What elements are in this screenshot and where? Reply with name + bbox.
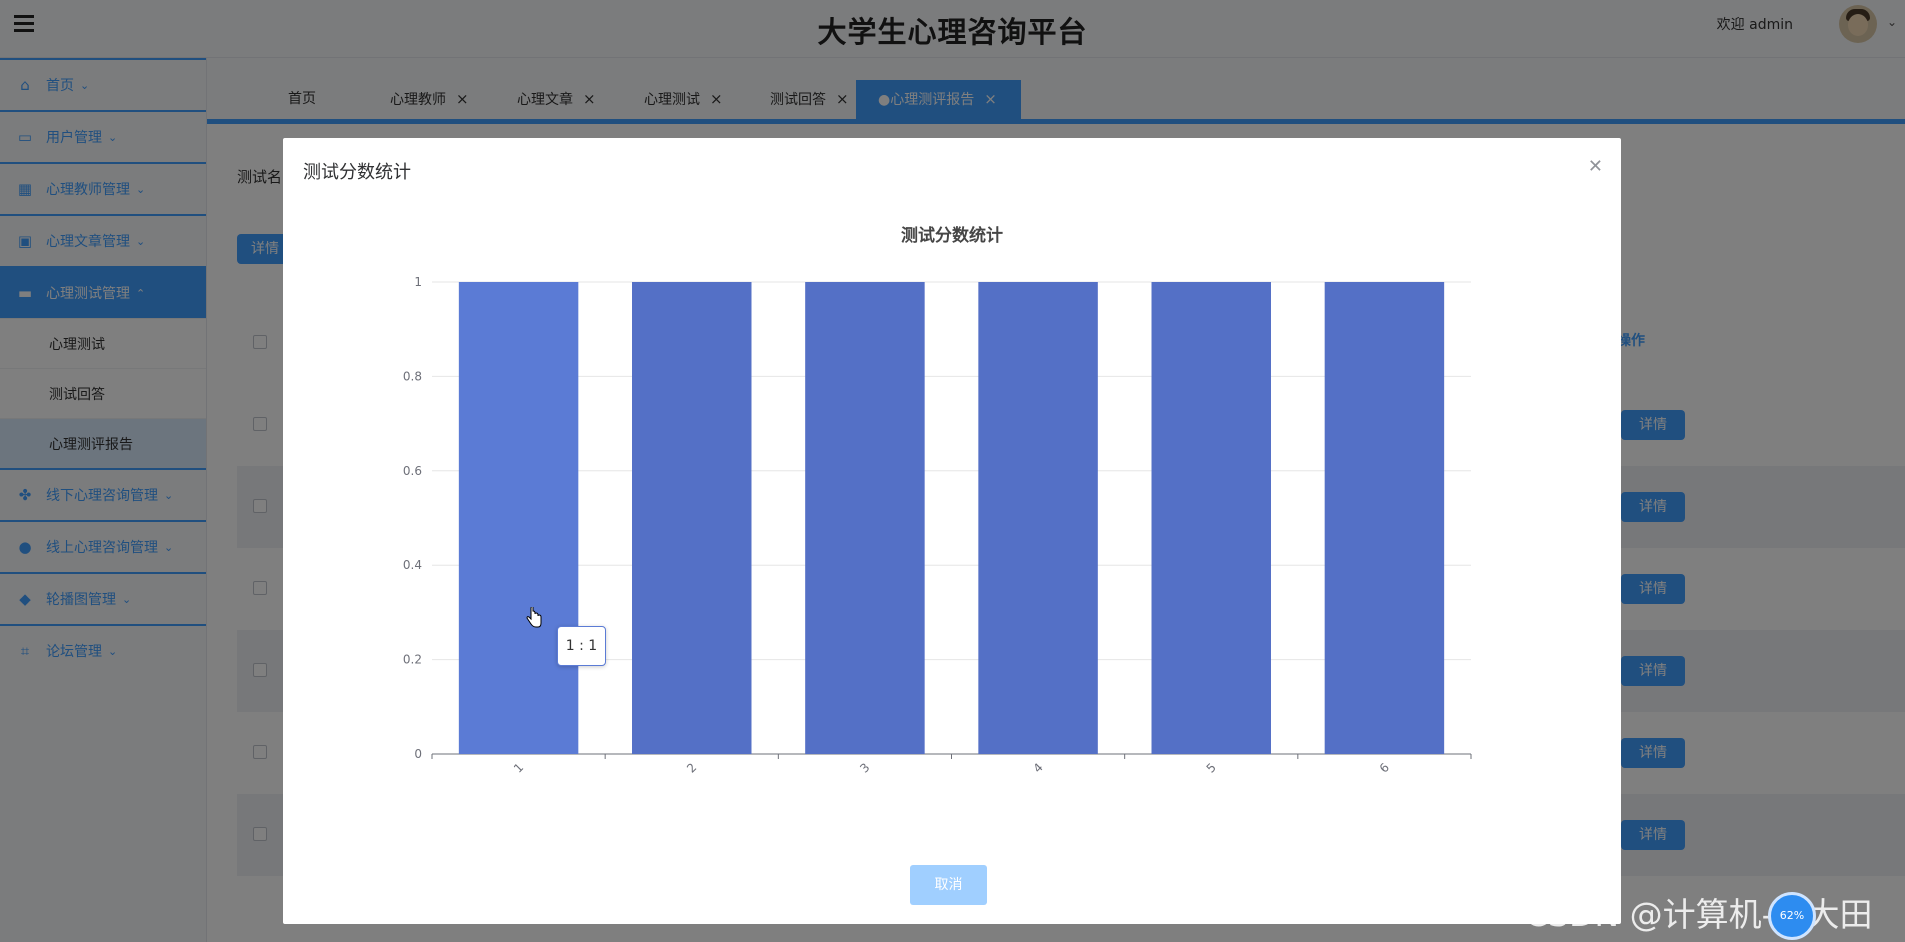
y-tick-label: 1: [414, 275, 422, 289]
hand-cursor-icon: [526, 607, 542, 628]
watermark: CSDN @计算机-秋大田: [1525, 895, 1873, 934]
bar-2: [632, 282, 752, 754]
cancel-button[interactable]: 取消: [910, 865, 987, 905]
stats-dialog: 测试分数统计 ✕ 测试分数统计 0 0.2 0.4 0.6 0.8 1 1 2 3 4 5 6 取消: [283, 138, 1621, 924]
x-tick-label: 4: [1030, 760, 1045, 775]
chart-tooltip: 1 : 1: [557, 626, 606, 666]
bar-6: [1324, 282, 1445, 754]
y-tick-label: 0.8: [403, 369, 422, 383]
x-tick-label: 6: [1377, 760, 1392, 775]
bar-3: [805, 282, 925, 754]
y-tick-label: 0.2: [403, 653, 422, 667]
floating-badge[interactable]: 62%: [1768, 892, 1816, 940]
bar-chart: 测试分数统计 0 0.2 0.4 0.6 0.8 1 1 2 3 4 5 6: [403, 225, 1472, 776]
chart-title: 测试分数统计: [901, 225, 1003, 246]
y-tick-label: 0.4: [403, 558, 422, 572]
bar-4: [978, 282, 1098, 754]
y-tick-label: 0: [414, 747, 422, 761]
bar-5: [1151, 282, 1271, 754]
x-tick-label: 3: [857, 760, 872, 775]
x-tick-label: 2: [684, 760, 699, 775]
x-tick-label: 5: [1204, 760, 1219, 775]
x-tick-label: 1: [511, 760, 526, 775]
y-tick-label: 0.6: [403, 464, 422, 478]
bar-1: [458, 282, 579, 754]
